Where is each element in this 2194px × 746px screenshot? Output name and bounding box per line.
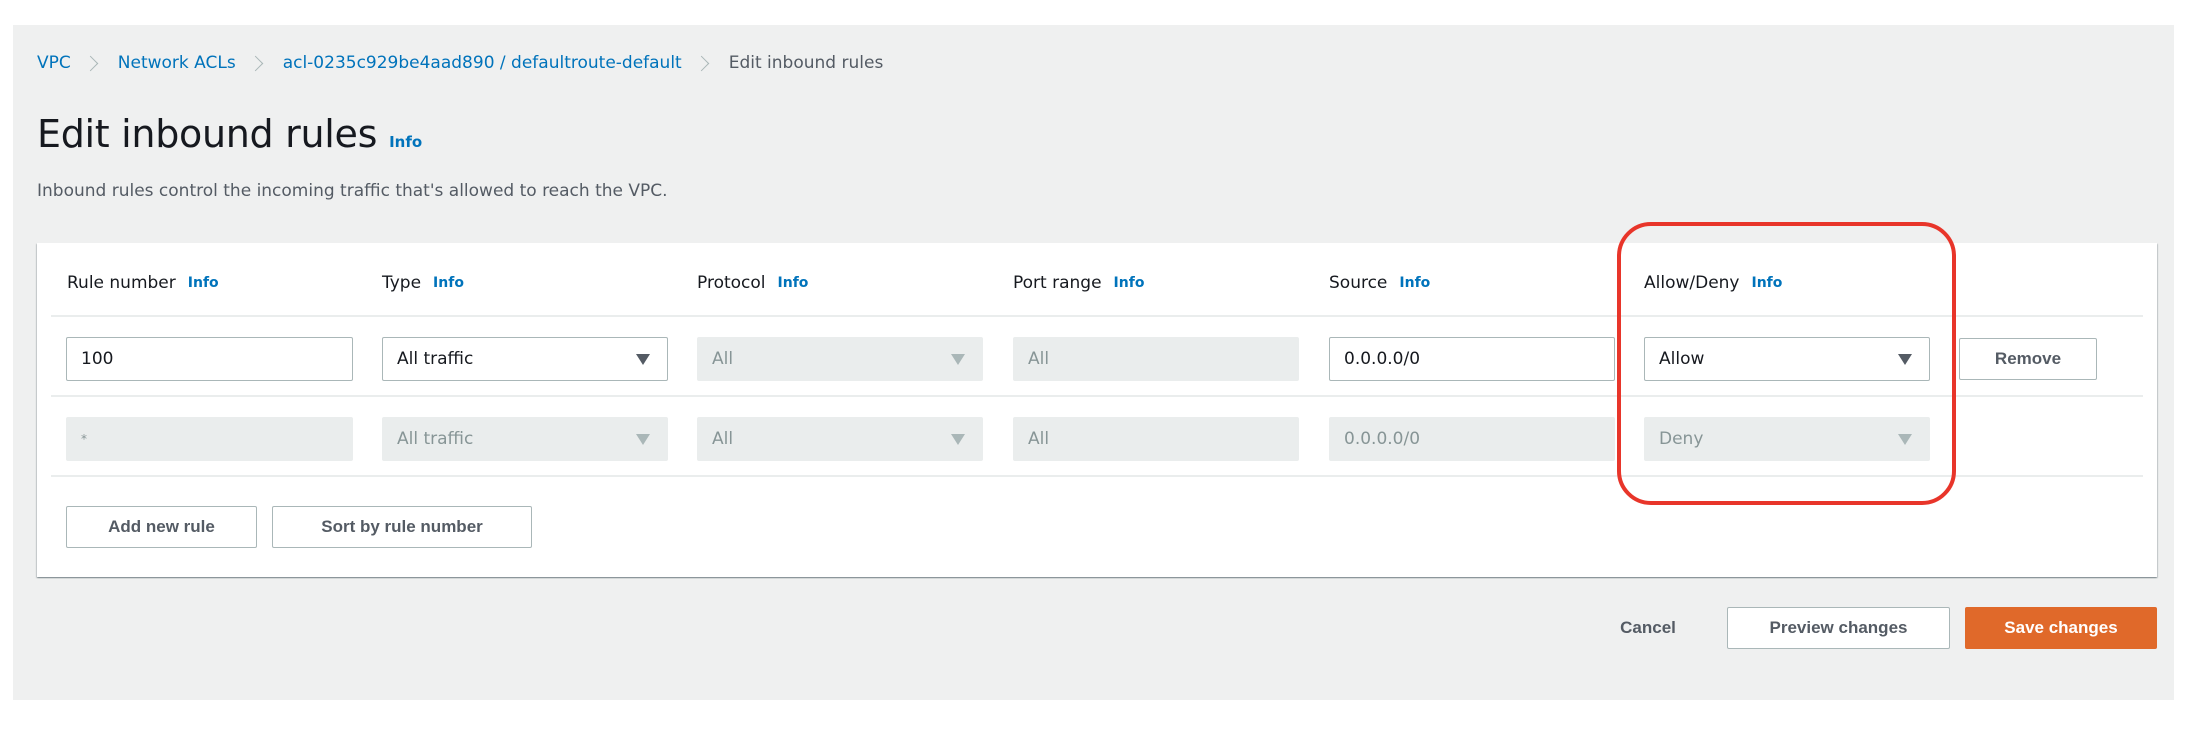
column-header-allow-deny: Allow/Deny Info — [1644, 273, 1782, 293]
caret-down-icon — [636, 433, 650, 445]
divider — [51, 475, 2143, 477]
column-header-protocol: Protocol Info — [697, 273, 808, 293]
source-value: 0.0.0.0/0 — [1344, 429, 1421, 449]
caret-down-icon — [1898, 353, 1912, 365]
chevron-right-icon — [693, 55, 710, 71]
allow-deny-select[interactable]: Allow — [1644, 337, 1930, 381]
type-select: All traffic — [382, 417, 668, 461]
caret-down-icon — [951, 353, 965, 365]
info-link[interactable]: Info — [778, 275, 809, 291]
allow-deny-value: Deny — [1659, 429, 1704, 449]
preview-changes-button[interactable]: Preview changes — [1727, 607, 1950, 649]
protocol-value: All — [712, 429, 734, 449]
info-link[interactable]: Info — [188, 275, 219, 291]
column-label: Source — [1329, 273, 1388, 293]
column-header-port-range: Port range Info — [1013, 273, 1144, 293]
add-new-rule-button[interactable]: Add new rule — [66, 506, 257, 548]
rule-number-input: * — [66, 417, 353, 461]
caret-down-icon — [636, 353, 650, 365]
breadcrumb-acl[interactable]: acl-0235c929be4aad890 / defaultroute-def… — [283, 53, 682, 73]
rule-number-value: 100 — [81, 349, 114, 369]
protocol-select: All — [697, 417, 983, 461]
column-label: Protocol — [697, 273, 766, 293]
caret-down-icon — [1898, 433, 1912, 445]
page-header: Edit inbound rules Info — [37, 112, 422, 156]
caret-down-icon — [951, 433, 965, 445]
source-input[interactable]: 0.0.0.0/0 — [1329, 337, 1615, 381]
chevron-right-icon — [82, 55, 99, 71]
rule-number-value: * — [81, 432, 87, 446]
column-label: Allow/Deny — [1644, 273, 1740, 293]
rule-number-input[interactable]: 100 — [66, 337, 353, 381]
save-changes-button[interactable]: Save changes — [1965, 607, 2157, 649]
breadcrumb-vpc[interactable]: VPC — [37, 53, 71, 73]
breadcrumb-current: Edit inbound rules — [728, 53, 884, 73]
column-header-source: Source Info — [1329, 273, 1430, 293]
page-title: Edit inbound rules — [37, 112, 378, 156]
divider — [51, 395, 2143, 397]
breadcrumb-network-acls[interactable]: Network ACLs — [118, 53, 236, 73]
chevron-right-icon — [247, 55, 263, 71]
source-input: 0.0.0.0/0 — [1329, 417, 1615, 461]
divider — [51, 315, 2143, 317]
type-select[interactable]: All traffic — [382, 337, 668, 381]
column-header-rule-number: Rule number Info — [67, 273, 219, 293]
info-link[interactable]: Info — [1399, 275, 1430, 291]
cancel-button[interactable]: Cancel — [1600, 607, 1696, 649]
type-value: All traffic — [397, 429, 474, 449]
port-range-input: All — [1013, 417, 1299, 461]
type-value: All traffic — [397, 349, 474, 369]
allow-deny-value: Allow — [1659, 349, 1705, 369]
protocol-value: All — [712, 349, 734, 369]
inbound-rules-panel: Rule number Info Type Info Protocol Info… — [37, 243, 2157, 577]
column-header-type: Type Info — [382, 273, 464, 293]
info-link[interactable]: Info — [433, 275, 464, 291]
page-info-link[interactable]: Info — [389, 133, 422, 151]
column-label: Type — [382, 273, 422, 293]
allow-deny-select: Deny — [1644, 417, 1930, 461]
info-link[interactable]: Info — [1114, 275, 1145, 291]
column-label: Rule number — [67, 273, 176, 293]
sort-by-rule-number-button[interactable]: Sort by rule number — [272, 506, 532, 548]
column-label: Port range — [1013, 273, 1102, 293]
port-range-value: All — [1028, 349, 1050, 369]
info-link[interactable]: Info — [1752, 275, 1783, 291]
protocol-select: All — [697, 337, 983, 381]
breadcrumb: VPC Network ACLs acl-0235c929be4aad890 /… — [37, 50, 883, 76]
page-description: Inbound rules control the incoming traff… — [37, 181, 668, 201]
remove-rule-button[interactable]: Remove — [1959, 338, 2097, 380]
source-value: 0.0.0.0/0 — [1344, 349, 1421, 369]
port-range-value: All — [1028, 429, 1050, 449]
port-range-input: All — [1013, 337, 1299, 381]
